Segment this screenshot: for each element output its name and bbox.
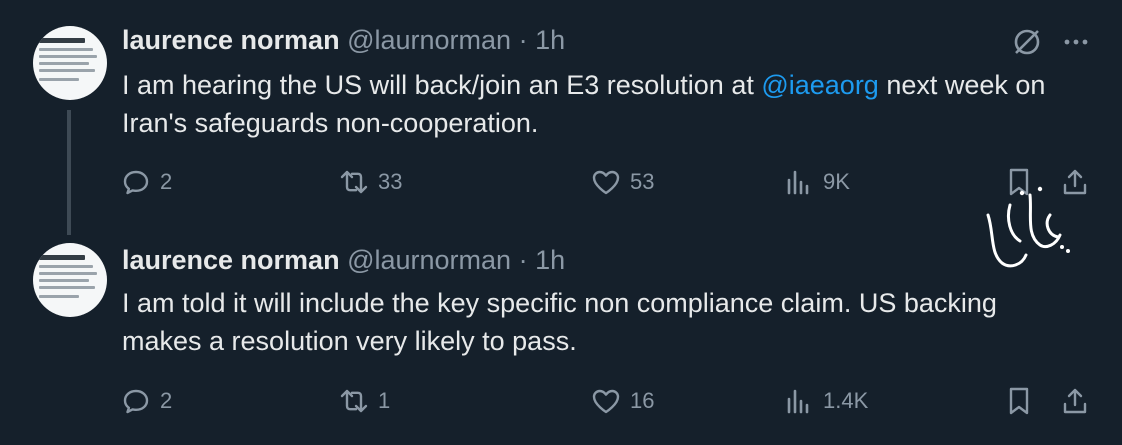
author-name[interactable]: laurence norman	[122, 245, 340, 275]
views-icon	[787, 389, 809, 414]
repost-icon	[340, 389, 368, 413]
like-button[interactable]: 16	[590, 381, 654, 421]
views-button[interactable]: 1.4K	[783, 381, 868, 421]
views-button[interactable]: 9K	[783, 162, 850, 202]
repost-count: 33	[378, 169, 403, 194]
separator: ·	[518, 245, 528, 275]
avatar[interactable]	[33, 243, 107, 317]
repost-icon	[340, 170, 368, 194]
timestamp[interactable]: 1h	[535, 245, 565, 275]
repost-button[interactable]: 1	[338, 381, 390, 421]
tweet-text: I am hearing the US will back/join an E3…	[122, 66, 1082, 142]
author-handle[interactable]: @laurnorman	[347, 25, 511, 55]
views-icon	[787, 170, 809, 195]
tweet-text-part: I am hearing the US will back/join an E3…	[122, 70, 762, 100]
reply-icon	[123, 389, 149, 414]
like-count: 53	[630, 169, 655, 194]
like-count: 16	[630, 388, 655, 413]
author-handle[interactable]: @laurnorman	[347, 245, 511, 275]
reply-count: 2	[160, 169, 173, 194]
tweet-header: laurence norman @laurnorman · 1h	[122, 25, 565, 56]
more-button[interactable]	[1060, 24, 1092, 60]
reply-count: 2	[160, 388, 173, 413]
share-icon	[1063, 388, 1087, 414]
grok-button[interactable]	[1010, 24, 1044, 60]
reply-button[interactable]: 2	[120, 162, 172, 202]
share-button[interactable]	[1059, 381, 1091, 421]
reply-icon	[123, 170, 149, 195]
bookmark-icon	[1009, 387, 1029, 415]
grok-icon	[1014, 29, 1040, 55]
reply-button[interactable]: 2	[120, 381, 172, 421]
view-count: 9K	[823, 169, 850, 194]
like-icon	[592, 170, 620, 195]
tweet-1[interactable]: laurence norman @laurnorman · 1h I am he…	[0, 0, 1122, 225]
author-name[interactable]: laurence norman	[122, 25, 340, 55]
calligraphy-watermark	[986, 186, 1070, 268]
timestamp[interactable]: 1h	[535, 25, 565, 55]
tweet-2[interactable]: laurence norman @laurnorman · 1h I am to…	[0, 225, 1122, 445]
more-icon	[1064, 39, 1088, 45]
view-count: 1.4K	[823, 388, 869, 413]
repost-count: 1	[378, 388, 391, 413]
like-icon	[592, 389, 620, 414]
repost-button[interactable]: 33	[338, 162, 402, 202]
mention-link[interactable]: @iaeaorg	[761, 70, 878, 100]
avatar[interactable]	[33, 26, 107, 100]
separator: ·	[518, 25, 528, 55]
tweet-text: I am told it will include the key specif…	[122, 288, 997, 356]
action-bar: 2 1 16 1.4K	[0, 381, 1122, 421]
bookmark-button[interactable]	[1003, 381, 1035, 421]
tweet-header: laurence norman @laurnorman · 1h	[122, 245, 565, 276]
action-bar: 2 33 53 9K	[0, 162, 1122, 202]
like-button[interactable]: 53	[590, 162, 654, 202]
